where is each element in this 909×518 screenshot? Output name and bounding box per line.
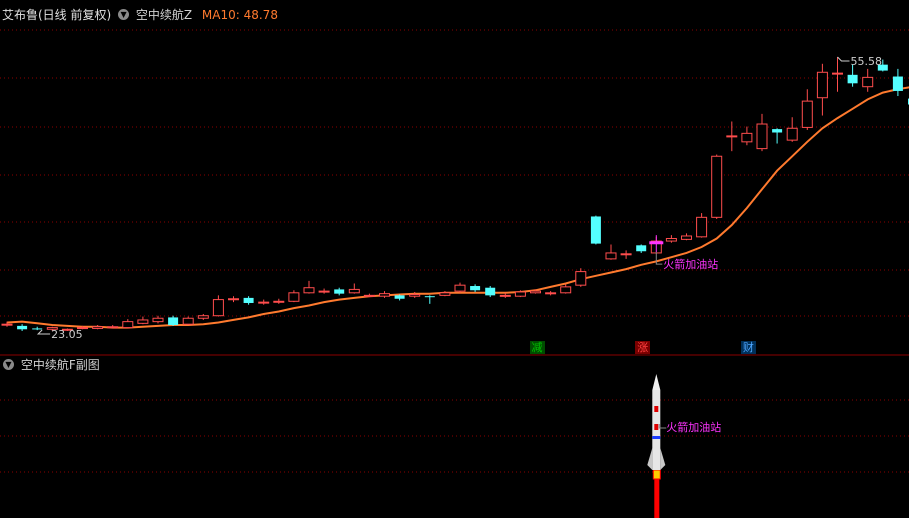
candle-body-down [636,245,647,252]
candle-body-up [665,238,677,242]
candle-body-up [137,319,149,324]
high-annotation-label: 55.58 [851,55,883,68]
candle-body-down [17,325,28,330]
candle-body-up [122,321,134,329]
chevron-down-icon[interactable]: ▼ [3,359,14,370]
candle-body-down [424,296,435,298]
candle-body-up [786,127,798,141]
rocket-nose [652,374,661,390]
candle-body-up [575,271,587,286]
grid-lines [0,29,909,473]
candle-body-up [756,123,768,150]
rocket-flame [654,478,660,518]
marker-jian[interactable]: 减 [529,341,545,354]
marker-zhang[interactable]: 涨 [635,341,651,354]
low-annotation-label: 23.05 [51,328,83,341]
chart-window: 55.58 23.05 火箭加油站 火箭加油站 艾布鲁(日线 前复权) ▼ 空中续航… [0,0,909,518]
candle-body-down [847,74,858,84]
rocket-window [654,406,659,412]
signal-leader [655,252,663,265]
candle-body-up [741,132,753,143]
candle-body-down [394,295,405,299]
kline-chart[interactable]: 55.58 23.05 火箭加油站 火箭加油站 [0,0,909,518]
rocket-nozzle [652,469,661,480]
rocket-label-main: 火箭加油站 [663,257,718,271]
candle-body-up [303,287,315,294]
candle-body-up [560,286,572,294]
candle-body-up [92,326,104,329]
rocket-leader [658,424,667,429]
candle-body-down [243,297,254,303]
candle-body-up [363,294,375,297]
sub-indicator-title[interactable]: 空中续航F副图 [21,356,100,374]
candle-body-up [605,252,617,260]
rocket-label-sub: 火箭加油站 [666,420,721,434]
stock-title[interactable]: 艾布鲁(日线 前复权) [0,6,111,24]
candle-body-up [832,72,843,75]
candle-body-down [334,289,345,294]
candle-body-down [892,76,903,91]
candle-body-down [470,286,481,291]
candle-body-up [862,76,874,88]
candle-body-up [288,292,300,302]
rocket-fin-left [647,448,653,470]
candle-body-up [228,298,239,301]
candles: 55.58 23.05 火箭加油站 [1,55,909,341]
candle-body-up [514,291,526,297]
rocket-band [652,436,661,439]
candle-body-down [168,317,179,326]
candle-body-up [182,317,194,325]
rocket-window [654,424,659,430]
candle-body-up [318,290,330,293]
candle-body-up [107,326,119,329]
indicator-title[interactable]: 空中续航Z [136,6,192,24]
candle-body-up [620,253,632,256]
candle-body-up [801,100,813,128]
candle-body-up [1,323,13,326]
low-annotation-arrow [36,329,51,335]
candle-body-up [379,293,390,297]
candle-body-up [258,301,270,304]
candle-body-up [545,292,557,295]
candle-body-down [590,216,601,244]
candle-body-up [212,299,224,317]
candle-body-up [348,288,360,294]
main-panel-header: 艾布鲁(日线 前复权) ▼ 空中续航Z MA10: 48.78 [0,6,278,24]
candle-body-up [454,284,466,292]
ma10-readout: MA10: 48.78 [201,8,278,22]
candle-body-up [681,235,692,240]
candle-body-down [772,129,783,133]
candle-body-up [530,290,541,294]
candle-body-up [499,294,511,297]
sub-panel-header: ▼ 空中续航F副图 [0,356,100,374]
candle-body-up [197,315,209,319]
candle-body-up [439,292,451,296]
candle-body-up [273,300,285,303]
candle-body-up [409,294,421,297]
rocket-fin-right [660,448,666,470]
candle-body-up [711,155,723,218]
candle-body-up [696,216,708,238]
candle-body-down [485,287,496,296]
chevron-down-icon[interactable]: ▼ [118,9,130,20]
high-annotation-arrow [837,56,850,62]
marker-cai[interactable]: 财 [740,341,756,354]
candle-body-up [816,71,828,99]
sub-chart: 火箭加油站 [647,374,721,518]
candle-body-up [152,317,164,323]
candle-body-up [726,135,738,138]
candle-body-down [32,328,43,330]
